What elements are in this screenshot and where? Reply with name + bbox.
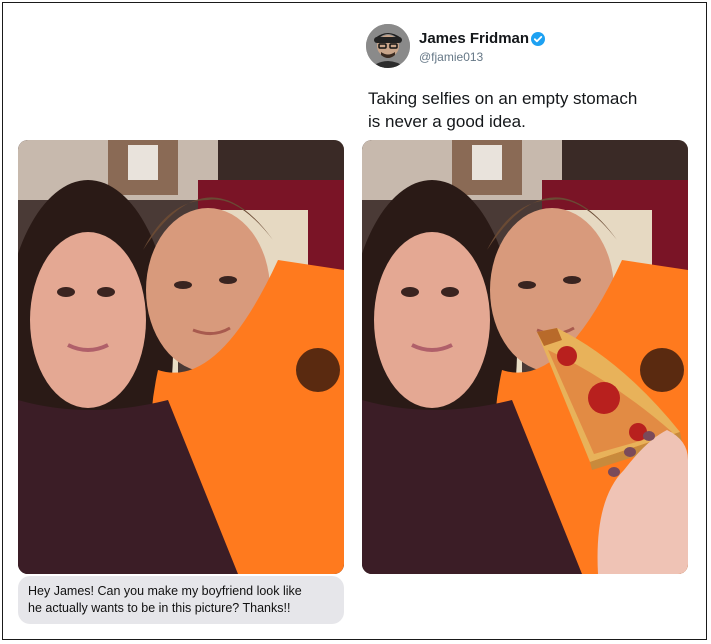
display-name[interactable]: James Fridman <box>419 30 529 47</box>
edited-photo[interactable] <box>362 140 688 574</box>
profile-avatar[interactable] <box>366 24 410 68</box>
tweet-text: Taking selfies on an empty stomach is ne… <box>368 87 688 133</box>
original-photo-image <box>18 140 344 574</box>
tweet-text-line: is never a good idea. <box>368 112 526 131</box>
avatar-image <box>366 24 410 68</box>
message-text-line: he actually wants to be in this picture?… <box>28 601 291 615</box>
message-bubble: Hey James! Can you make my boyfriend loo… <box>18 576 344 624</box>
user-handle[interactable]: @fjamie013 <box>419 50 483 64</box>
tweet-text-line: Taking selfies on an empty stomach <box>368 89 638 108</box>
edited-photo-image <box>362 140 688 574</box>
verified-badge-icon <box>531 32 545 46</box>
original-photo[interactable] <box>18 140 344 574</box>
message-text-line: Hey James! Can you make my boyfriend loo… <box>28 584 302 598</box>
